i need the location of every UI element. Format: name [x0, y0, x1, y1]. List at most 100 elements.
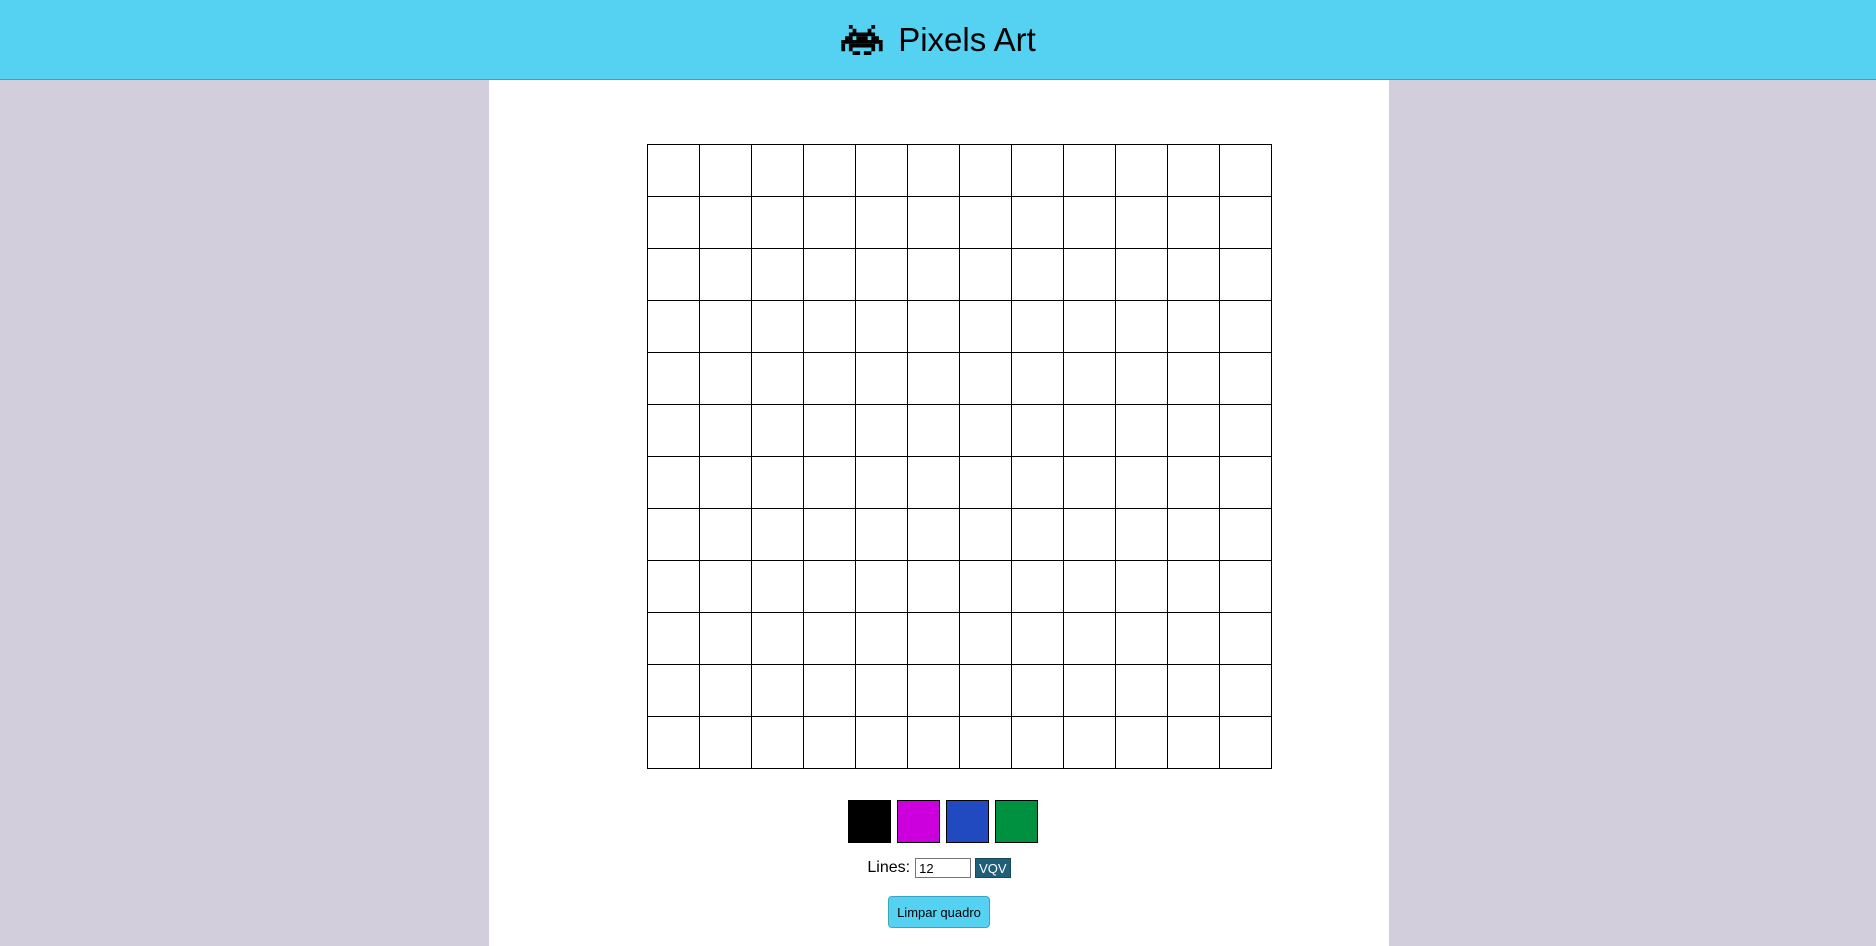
- pixel-cell[interactable]: [1116, 353, 1168, 405]
- pixel-cell[interactable]: [1012, 509, 1064, 561]
- pixel-cell[interactable]: [908, 405, 960, 457]
- pixel-cell[interactable]: [648, 613, 700, 665]
- pixel-cell[interactable]: [804, 457, 856, 509]
- pixel-cell[interactable]: [1064, 249, 1116, 301]
- pixel-cell[interactable]: [908, 353, 960, 405]
- pixel-cell[interactable]: [908, 717, 960, 769]
- pixel-cell[interactable]: [856, 249, 908, 301]
- pixel-cell[interactable]: [908, 301, 960, 353]
- pixel-cell[interactable]: [1116, 457, 1168, 509]
- pixel-cell[interactable]: [1116, 509, 1168, 561]
- clear-board-button[interactable]: Limpar quadro: [888, 896, 990, 928]
- pixel-cell[interactable]: [856, 509, 908, 561]
- pixel-cell[interactable]: [804, 717, 856, 769]
- pixel-cell[interactable]: [1220, 405, 1272, 457]
- pixel-cell[interactable]: [804, 301, 856, 353]
- pixel-cell[interactable]: [1220, 613, 1272, 665]
- pixel-cell[interactable]: [804, 249, 856, 301]
- pixel-cell[interactable]: [1168, 613, 1220, 665]
- pixel-cell[interactable]: [960, 405, 1012, 457]
- pixel-cell[interactable]: [752, 197, 804, 249]
- pixel-cell[interactable]: [700, 561, 752, 613]
- pixel-cell[interactable]: [1220, 197, 1272, 249]
- pixel-cell[interactable]: [1220, 353, 1272, 405]
- pixel-cell[interactable]: [960, 249, 1012, 301]
- pixel-cell[interactable]: [1064, 197, 1116, 249]
- pixel-cell[interactable]: [1012, 613, 1064, 665]
- pixel-cell[interactable]: [648, 561, 700, 613]
- pixel-cell[interactable]: [1012, 665, 1064, 717]
- pixel-cell[interactable]: [752, 665, 804, 717]
- lines-input[interactable]: [915, 858, 972, 878]
- pixel-cell[interactable]: [1168, 665, 1220, 717]
- pixel-cell[interactable]: [804, 405, 856, 457]
- pixel-cell[interactable]: [1116, 197, 1168, 249]
- pixel-cell[interactable]: [752, 405, 804, 457]
- pixel-cell[interactable]: [1220, 717, 1272, 769]
- pixel-cell[interactable]: [856, 457, 908, 509]
- pixel-cell[interactable]: [908, 197, 960, 249]
- pixel-cell[interactable]: [960, 301, 1012, 353]
- pixel-cell[interactable]: [1220, 301, 1272, 353]
- pixel-cell[interactable]: [1064, 353, 1116, 405]
- pixel-cell[interactable]: [700, 613, 752, 665]
- pixel-cell[interactable]: [1116, 717, 1168, 769]
- pixel-cell[interactable]: [1064, 405, 1116, 457]
- vqv-button[interactable]: VQV: [975, 858, 1011, 878]
- pixel-cell[interactable]: [1012, 561, 1064, 613]
- pixel-cell[interactable]: [960, 353, 1012, 405]
- pixel-cell[interactable]: [1012, 249, 1064, 301]
- pixel-cell[interactable]: [1220, 249, 1272, 301]
- pixel-cell[interactable]: [1116, 301, 1168, 353]
- pixel-cell[interactable]: [856, 405, 908, 457]
- pixel-cell[interactable]: [804, 197, 856, 249]
- pixel-cell[interactable]: [908, 561, 960, 613]
- pixel-cell[interactable]: [856, 561, 908, 613]
- pixel-cell[interactable]: [1168, 717, 1220, 769]
- pixel-cell[interactable]: [908, 509, 960, 561]
- pixel-cell[interactable]: [700, 301, 752, 353]
- pixel-cell[interactable]: [648, 405, 700, 457]
- pixel-cell[interactable]: [648, 457, 700, 509]
- pixel-cell[interactable]: [960, 509, 1012, 561]
- pixel-cell[interactable]: [1168, 457, 1220, 509]
- pixel-cell[interactable]: [700, 405, 752, 457]
- pixel-cell[interactable]: [804, 665, 856, 717]
- pixel-cell[interactable]: [1116, 665, 1168, 717]
- pixel-cell[interactable]: [804, 509, 856, 561]
- pixel-cell[interactable]: [908, 145, 960, 197]
- pixel-cell[interactable]: [752, 249, 804, 301]
- pixel-cell[interactable]: [700, 353, 752, 405]
- pixel-cell[interactable]: [700, 665, 752, 717]
- pixel-cell[interactable]: [1012, 353, 1064, 405]
- pixel-cell[interactable]: [1116, 561, 1168, 613]
- pixel-cell[interactable]: [908, 457, 960, 509]
- pixel-cell[interactable]: [1064, 509, 1116, 561]
- pixel-cell[interactable]: [856, 613, 908, 665]
- color-swatch-green[interactable]: [995, 800, 1038, 843]
- pixel-cell[interactable]: [856, 301, 908, 353]
- pixel-cell[interactable]: [908, 613, 960, 665]
- pixel-cell[interactable]: [1168, 145, 1220, 197]
- pixel-cell[interactable]: [856, 717, 908, 769]
- pixel-cell[interactable]: [648, 509, 700, 561]
- pixel-cell[interactable]: [1220, 457, 1272, 509]
- pixel-cell[interactable]: [804, 613, 856, 665]
- pixel-cell[interactable]: [1116, 249, 1168, 301]
- pixel-cell[interactable]: [1116, 613, 1168, 665]
- pixel-cell[interactable]: [752, 301, 804, 353]
- pixel-cell[interactable]: [804, 353, 856, 405]
- pixel-cell[interactable]: [1116, 405, 1168, 457]
- pixel-cell[interactable]: [1012, 197, 1064, 249]
- pixel-cell[interactable]: [1220, 561, 1272, 613]
- pixel-cell[interactable]: [752, 457, 804, 509]
- color-swatch-black[interactable]: [848, 800, 891, 843]
- pixel-cell[interactable]: [856, 353, 908, 405]
- pixel-cell[interactable]: [752, 145, 804, 197]
- pixel-cell[interactable]: [1064, 717, 1116, 769]
- pixel-cell[interactable]: [960, 613, 1012, 665]
- color-swatch-magenta[interactable]: [897, 800, 940, 843]
- pixel-cell[interactable]: [1012, 717, 1064, 769]
- pixel-cell[interactable]: [960, 145, 1012, 197]
- pixel-cell[interactable]: [1064, 613, 1116, 665]
